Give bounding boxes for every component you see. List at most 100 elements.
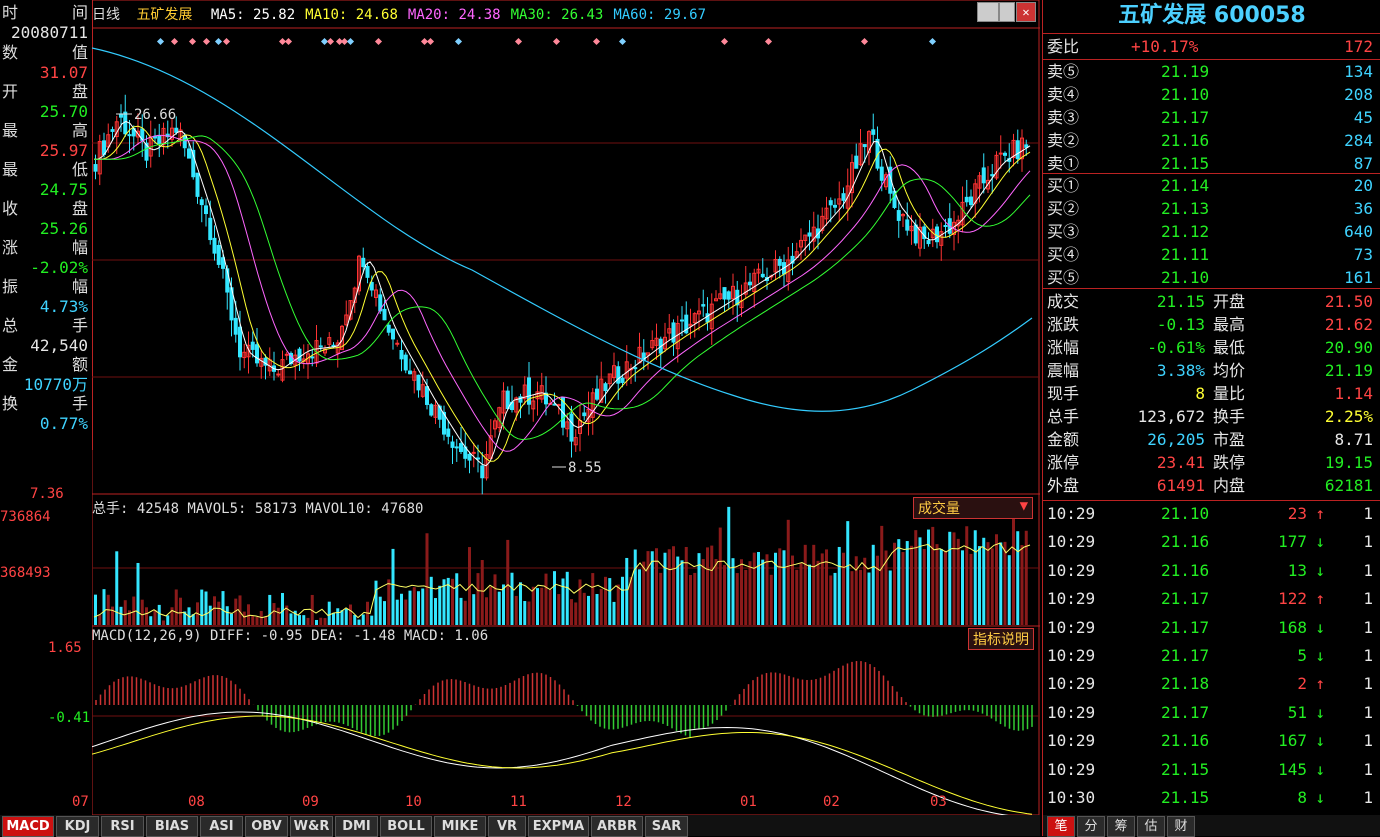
stock-name-label: 五矿发展 (136, 7, 193, 23)
volume-bar (102, 589, 106, 625)
volume-selector[interactable]: 成交量 ▼ (913, 497, 1033, 519)
candle-down (680, 319, 684, 322)
tick-price: 21.15 (1161, 788, 1210, 807)
arrow-down-icon: ↓ (1315, 759, 1325, 779)
tab-dmi[interactable]: DMI (335, 816, 378, 837)
indicator-tabs: MACD KDJ RSI BIAS ASI OBV W&R DMI BOLL MIKE VR EXPM… (0, 815, 1040, 837)
volume-bar (842, 552, 845, 625)
tab-asi[interactable]: ASI (200, 816, 243, 837)
candle-down (403, 354, 408, 371)
candle-down (382, 308, 387, 321)
stat-label: 成交 (1047, 292, 1080, 311)
candle-up (284, 353, 289, 356)
tab-kdj[interactable]: KDJ (56, 816, 99, 837)
macd-tick-high: 1.65 (48, 640, 82, 656)
volume-bar (952, 532, 956, 625)
candle-down (935, 226, 939, 243)
buy-row[interactable]: 买② 21.13 36 (1043, 197, 1380, 220)
arrow-down-icon: ↓ (1315, 646, 1325, 665)
tab-wr[interactable]: W&R (290, 816, 333, 837)
candle-up (556, 404, 561, 407)
sell-row[interactable]: 卖② 21.16 284 (1043, 129, 1380, 152)
sell-row[interactable]: 卖① 21.15 87 (1043, 152, 1380, 175)
tab-macd[interactable]: MACD (2, 816, 54, 837)
candle-down (913, 224, 918, 244)
volume-bar (782, 550, 786, 625)
tick-volume: 167 (1278, 731, 1307, 751)
detail-tab[interactable]: 分 (1077, 816, 1105, 837)
detail-tab[interactable]: 笔 (1047, 816, 1075, 837)
volume-bar (714, 559, 718, 625)
tab-mike[interactable]: MIKE (434, 816, 486, 837)
volume-bar (829, 575, 833, 625)
buy-volume: 73 (1353, 245, 1373, 264)
info-label: 数 (2, 43, 19, 62)
tab-rsi[interactable]: RSI (101, 816, 144, 837)
volume-bar (612, 601, 616, 625)
tab-expma[interactable]: EXPMA (528, 816, 589, 837)
tab-bias[interactable]: BIAS (146, 816, 198, 837)
restore-button[interactable] (977, 2, 999, 22)
volume-bar (769, 574, 773, 625)
stat-label-right: 最高 (1213, 315, 1246, 334)
event-marker-icon (860, 37, 869, 46)
buy-row[interactable]: 买④ 21.11 73 (1043, 243, 1380, 266)
candle-down (990, 174, 995, 177)
tab-sar[interactable]: SAR (645, 816, 688, 837)
info-label: 涨 (2, 238, 19, 257)
arrow-down-icon: ↓ (1315, 788, 1325, 807)
volume-bar (961, 550, 964, 625)
wei-cha-value: 172 (1344, 37, 1373, 56)
stat-value-right: 2.25% (1324, 407, 1373, 426)
volume-bar (119, 606, 123, 625)
volume-bars (94, 501, 1028, 625)
stat-value-right: 21.62 (1324, 315, 1373, 334)
tab-vr[interactable]: VR (488, 816, 526, 837)
volume-bar (434, 598, 437, 625)
stat-value: 61491 (1156, 476, 1205, 495)
candle-down (943, 224, 948, 227)
stat-row: 震幅 3.38% 均价 21.19 (1043, 359, 1380, 382)
sell-row[interactable]: 卖④ 21.10 208 (1043, 83, 1380, 106)
buy-row[interactable]: 买① 21.14 20 (1043, 174, 1380, 197)
kline-chart-area[interactable]: 26.66 8.55 (91, 0, 1040, 820)
tab-boll[interactable]: BOLL (380, 816, 432, 837)
detail-tab[interactable]: 财 (1167, 816, 1195, 837)
volume-bar (561, 578, 565, 625)
detail-tab[interactable]: 估 (1137, 816, 1165, 837)
info-label: 总 (2, 316, 19, 335)
tab-arbr[interactable]: ARBR (591, 816, 643, 837)
ma-legend-item: MA30: 26.43 (510, 7, 604, 23)
close-icon[interactable]: ✕ (1016, 2, 1036, 22)
arrow-down-icon: ↓ (1315, 560, 1325, 580)
buy-volume: 20 (1353, 176, 1373, 195)
volume-bar (340, 610, 344, 625)
indicator-help-button[interactable]: 指标说明 (968, 628, 1034, 650)
detail-tab[interactable]: 筹 (1107, 816, 1135, 837)
tick-time: 10:30 (1047, 788, 1096, 807)
volume-bar (761, 559, 765, 625)
volume-bar (973, 530, 977, 625)
arrow-down-icon: ↓ (1315, 731, 1325, 751)
stat-value: 23.41 (1156, 453, 1205, 472)
volume-bar (230, 613, 233, 625)
sell-row[interactable]: 卖③ 21.17 45 (1043, 106, 1380, 129)
lock-button[interactable] (999, 2, 1015, 22)
stat-label: 涨停 (1047, 453, 1080, 472)
sell-label: 卖② (1047, 131, 1080, 150)
sell-row[interactable]: 卖⑤ 21.19 134 (1043, 60, 1380, 83)
buy-row[interactable]: 买⑤ 21.10 161 (1043, 266, 1380, 289)
info-label: 最 (2, 160, 19, 179)
stat-value: -0.13 (1156, 315, 1205, 334)
volume-bar (455, 573, 459, 625)
kline-svg[interactable]: 26.66 8.55 (91, 0, 1040, 820)
tick-price: 21.17 (1161, 646, 1210, 665)
volume-bar (438, 585, 442, 625)
volume-bar (357, 619, 361, 625)
event-marker-icon (284, 37, 293, 46)
volume-bar (485, 597, 488, 625)
tick-volume: 2 (1297, 674, 1307, 694)
tab-obv[interactable]: OBV (245, 816, 288, 837)
date-label: 时 (2, 3, 19, 22)
buy-row[interactable]: 买③ 21.12 640 (1043, 220, 1380, 243)
